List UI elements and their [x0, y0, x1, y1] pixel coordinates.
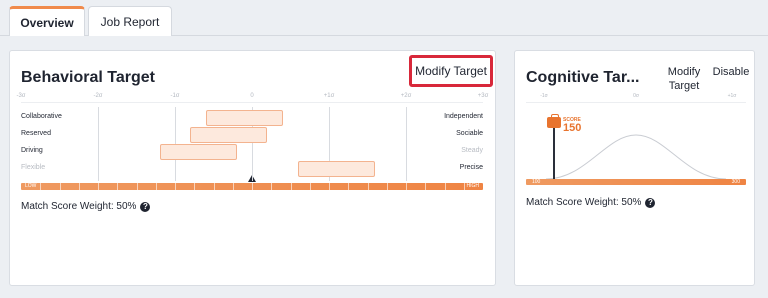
scale-tick: [252, 183, 253, 190]
trait-right-label: Precise: [459, 164, 483, 171]
trait-right-label: Sociable: [456, 130, 483, 137]
score-pin: [553, 125, 555, 180]
cognitive-sigma-label: -1σ: [540, 93, 548, 99]
bell-curve: [545, 134, 727, 180]
grid-line: [98, 107, 99, 181]
trait-left-label: Collaborative: [21, 113, 62, 120]
behavioral-target-card: Behavioral Target Modify Target LOW HIGH…: [9, 50, 496, 286]
scale-tick: [463, 183, 465, 190]
scale-tick: [329, 183, 330, 190]
trait-right-label: Steady: [461, 147, 483, 154]
sigma-label: +2σ: [400, 93, 412, 99]
score-value: 150: [563, 122, 582, 134]
cognitive-weight: Match Score Weight: 50% ?: [526, 197, 656, 208]
cognitive-chart: SCORE 150 100 300 -1σ 0σ +1σ: [526, 93, 746, 193]
scale-tick: [232, 183, 234, 190]
sigma-label: +3σ: [477, 93, 489, 99]
cognitive-bar-high: 300: [731, 179, 740, 185]
cognitive-target-card: Cognitive Tar... Modify Target Disable S…: [514, 50, 755, 286]
sigma-label: -1σ: [170, 93, 180, 99]
scale-tick: [155, 183, 157, 190]
bell-curve-path: [545, 134, 727, 180]
scale-tick: [194, 183, 196, 190]
cognitive-disable-button[interactable]: Disable: [711, 65, 751, 79]
question-circle-icon[interactable]: ?: [645, 197, 656, 208]
scale-high-label: HIGH: [466, 183, 480, 189]
cognitive-sigma-label: +1σ: [727, 93, 737, 99]
trait-left-label: Flexible: [21, 164, 46, 171]
cognitive-sigma-label: 0σ: [633, 93, 639, 99]
modify-target-button[interactable]: Modify Target: [409, 55, 493, 87]
scale-tick: [425, 183, 427, 190]
trait-left-label: Driving: [21, 147, 43, 154]
trait-range-box[interactable]: [205, 110, 283, 126]
sigma-axis-line: [21, 102, 483, 103]
sigma-label: -2σ: [93, 93, 103, 99]
behavioral-chart: LOW HIGH -3σ -2σ -1σ 0 +1σ +2σ +3σ Collaborativ…: [16, 93, 488, 233]
cognitive-modify-target-button[interactable]: Modify Target: [665, 65, 703, 93]
behavioral-weight-label: Match Score Weight: 50%: [21, 201, 137, 212]
trait-range-box[interactable]: [159, 144, 237, 160]
scale-tick: [175, 183, 176, 190]
briefcase-icon: [547, 114, 561, 128]
scale-tick: [213, 183, 215, 190]
scale-tick: [348, 183, 350, 190]
cognitive-bar-low: 100: [532, 179, 541, 185]
scale-tick: [406, 183, 407, 190]
scale-tick: [290, 183, 292, 190]
cognitive-target-title: Cognitive Tar...: [526, 69, 640, 86]
scale-tick: [271, 183, 273, 190]
sigma-label: 0: [250, 93, 254, 99]
question-circle-icon[interactable]: ?: [140, 201, 151, 212]
trait-right-label: Independent: [444, 113, 483, 120]
scale-tick: [444, 183, 446, 190]
behavioral-target-title: Behavioral Target: [21, 69, 155, 86]
tab-overview[interactable]: Overview: [9, 6, 85, 36]
tab-bar: Overview Job Report: [0, 0, 768, 36]
scale-tick: [136, 183, 138, 190]
scale-tick: [59, 183, 61, 190]
scale-tick: [386, 183, 388, 190]
behavioral-weight: Match Score Weight: 50% ?: [21, 201, 151, 212]
scale-low-label: LOW: [25, 183, 37, 189]
scale-tick: [367, 183, 369, 190]
trait-range-box[interactable]: [298, 161, 376, 177]
grid-line: [406, 107, 407, 181]
scale-tick: [40, 183, 42, 190]
cognitive-score-bar: 100 300: [526, 179, 746, 185]
trait-left-label: Reserved: [21, 130, 51, 137]
low-high-scale-bar: LOW HIGH: [21, 183, 483, 190]
scale-tick: [309, 183, 311, 190]
scale-tick: [98, 183, 99, 190]
tab-job-report[interactable]: Job Report: [88, 6, 172, 36]
sigma-label: -3σ: [16, 93, 26, 99]
scale-tick: [117, 183, 119, 190]
cognitive-weight-label: Match Score Weight: 50%: [526, 197, 642, 208]
sigma-label: +1σ: [323, 93, 335, 99]
trait-range-box[interactable]: [190, 127, 268, 143]
scale-tick: [78, 183, 80, 190]
